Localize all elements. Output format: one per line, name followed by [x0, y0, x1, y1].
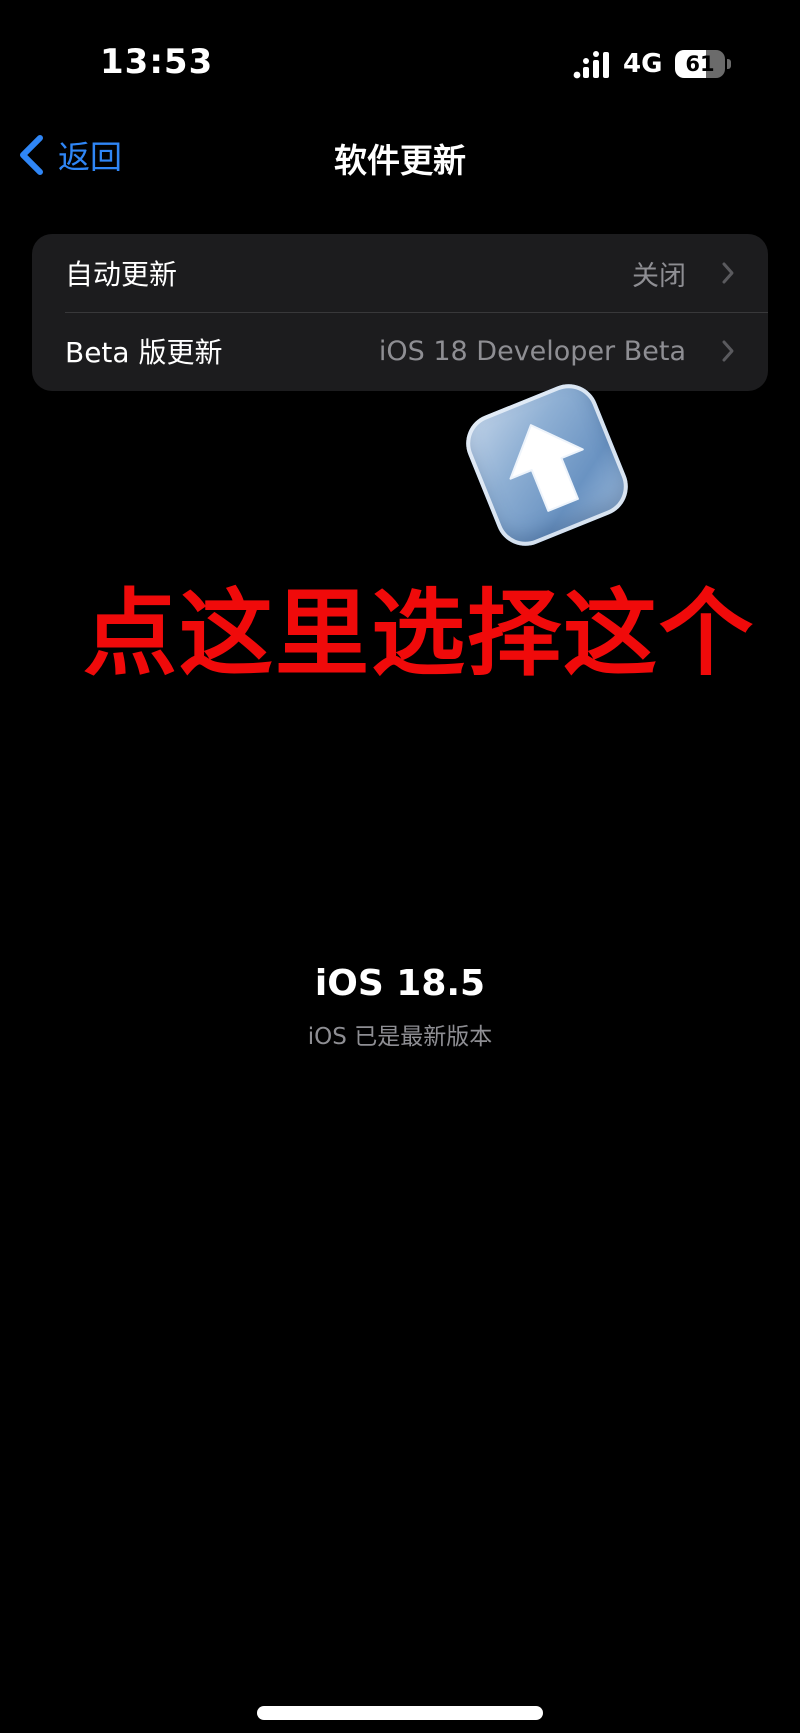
automatic-updates-label: 自动更新 [65, 258, 178, 291]
page-title: 软件更新 [334, 141, 466, 180]
beta-updates-label: Beta 版更新 [65, 336, 223, 369]
chevron-right-icon [722, 262, 734, 284]
battery-percentage: 61 [685, 52, 715, 76]
battery-cap [727, 59, 731, 69]
annotation-instruction-text: 点这里选择这个 [83, 580, 756, 689]
automatic-updates-row[interactable]: 自动更新 关闭 [32, 234, 768, 312]
home-indicator[interactable] [257, 1706, 543, 1720]
up-arrow-icon [457, 375, 637, 555]
update-status-text: iOS 已是最新版本 [307, 1024, 493, 1050]
signal-strength-icon [573, 51, 609, 79]
status-time: 13:53 [100, 42, 214, 82]
navigation-bar: 返回 软件更新 [0, 120, 800, 190]
battery-icon: 61 [675, 50, 731, 80]
chevron-right-icon [722, 340, 734, 362]
update-settings-group: 自动更新 关闭 Beta 版更新 iOS 18 Developer Beta [32, 234, 768, 391]
status-bar: 13:53 4G 61 [0, 0, 800, 130]
current-version: iOS 18.5 [314, 963, 486, 1004]
network-type: 4G [623, 49, 663, 79]
beta-updates-value: iOS 18 Developer Beta [378, 335, 686, 367]
automatic-updates-value: 关闭 [632, 260, 686, 292]
beta-updates-row[interactable]: Beta 版更新 iOS 18 Developer Beta [32, 312, 768, 390]
